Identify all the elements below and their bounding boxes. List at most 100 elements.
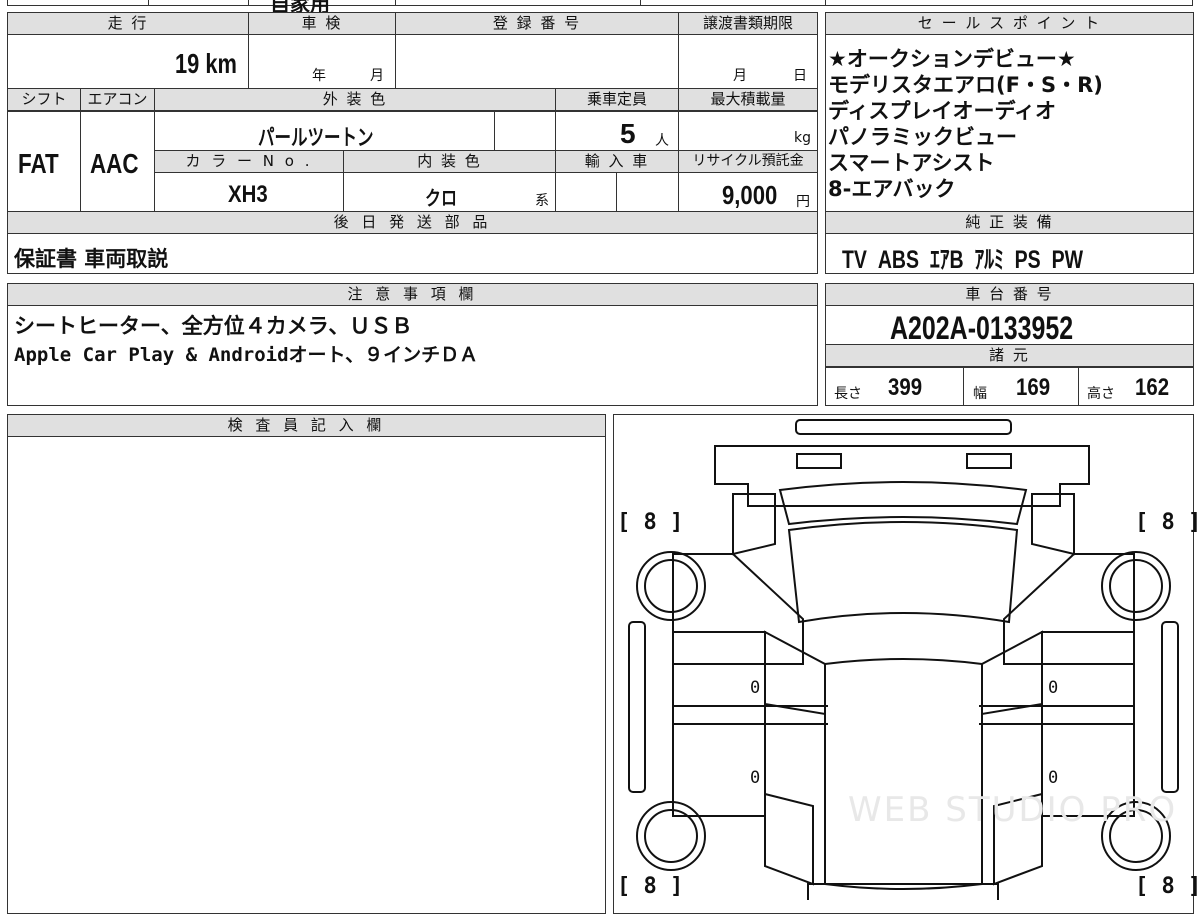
capacity-header: 乗車定員 xyxy=(556,89,678,111)
grid-line xyxy=(963,367,964,406)
notes-lines: シートヒーター、全方位４カメラ、ＵＳＢ Apple Car Play & And… xyxy=(14,312,478,370)
mileage-value: 19 km xyxy=(175,48,237,79)
shift-value: FAT xyxy=(18,148,59,179)
equipment-item: PW xyxy=(1051,246,1083,274)
sales-point-item: スマートアシスト xyxy=(828,151,995,175)
door-mark-rear-right: 0 xyxy=(1048,768,1059,788)
door-mark-rear-left: 0 xyxy=(750,768,761,788)
inspector-header: 検 査 員 記 入 欄 xyxy=(8,415,605,437)
top-strip-divider xyxy=(148,0,149,6)
windshield-top xyxy=(778,481,1028,526)
exterior-color-header: 外 装 色 xyxy=(155,89,555,111)
tire-mark-front-left: [ 8 ] xyxy=(617,510,684,535)
equipment-item: TV xyxy=(842,246,867,274)
later-parts-header: 後 日 発 送 部 品 xyxy=(8,212,817,234)
notes-header: 注 意 事 項 欄 xyxy=(8,284,817,306)
pillar-left xyxy=(764,630,826,716)
grid-line xyxy=(248,12,249,89)
capacity-unit: 人 xyxy=(655,133,669,149)
later-parts-value: 保証書 車両取説 xyxy=(14,247,169,271)
color-no-header: カ ラ ー N o . xyxy=(155,151,343,173)
grid-line xyxy=(1078,367,1079,406)
wheel-front-right-inner xyxy=(1109,559,1163,613)
chassis-value: A202A-0133952 xyxy=(890,310,1074,346)
inspection-header: 車 検 xyxy=(249,13,395,35)
aircon-header: エアコン xyxy=(81,89,154,111)
grid-line xyxy=(395,12,396,89)
transfer-month-label: 月 xyxy=(733,68,747,84)
registration-header: 登 録 番 号 xyxy=(396,13,678,35)
mileage-header: 走 行 xyxy=(8,13,248,35)
top-strip xyxy=(7,0,1193,6)
wheel-front-right xyxy=(1101,551,1171,621)
specs-header: 諸 元 xyxy=(826,345,1193,367)
wheel-front-left xyxy=(636,551,706,621)
wheel-rear-left-inner xyxy=(644,809,698,863)
side-strip-right xyxy=(1161,621,1179,793)
exterior-color-value: パールツートン xyxy=(258,126,374,151)
wheel-rear-left xyxy=(636,801,706,871)
hood-panel xyxy=(1031,493,1075,556)
rear-quarter-left xyxy=(764,792,814,886)
grid-line xyxy=(343,150,344,212)
grid-line xyxy=(494,112,495,151)
equipment-item: ｱﾙﾐ xyxy=(974,246,1004,274)
pillar-right xyxy=(981,630,1043,716)
recycle-header: リサイクル預託金 xyxy=(679,151,817,173)
chassis-header: 車 台 番 号 xyxy=(826,284,1193,306)
wheel-front-left-inner xyxy=(644,559,698,613)
interior-color-header: 内 装 色 xyxy=(344,151,555,173)
tire-mark-rear-left: [ 8 ] xyxy=(617,874,684,899)
aircon-value: AAC xyxy=(90,148,139,179)
vehicle-info-grid xyxy=(7,12,818,274)
recycle-value: 9,000 xyxy=(722,180,778,210)
spec-length-label: 長さ xyxy=(834,386,862,402)
side-strip-left xyxy=(628,621,646,793)
transfer-header: 譲渡書類期限 xyxy=(679,13,817,35)
watermark: WEB STUDIO PRO xyxy=(848,790,1178,830)
sales-point-item: モデリスタエアロ(F・S・R) xyxy=(828,73,1103,97)
hood-panel xyxy=(732,493,776,556)
tire-mark-front-right: [ 8 ] xyxy=(1135,510,1200,535)
imported-header: 輸 入 車 xyxy=(556,151,678,173)
spec-height-value: 162 xyxy=(1135,374,1170,401)
grid-line xyxy=(825,367,1194,368)
color-no-value: XH3 xyxy=(228,181,268,208)
spec-height-label: 高さ xyxy=(1087,386,1115,402)
grid-line xyxy=(80,88,81,212)
equipment-item: ABS xyxy=(877,246,920,274)
top-strip-divider xyxy=(640,0,641,6)
genuine-equipment-list: TV ABS ｴｱB ｱﾙﾐ PS PW xyxy=(842,240,1094,276)
front-light-right xyxy=(966,453,1012,469)
recycle-unit: 円 xyxy=(796,194,810,210)
interior-color-value: クロ xyxy=(425,186,457,210)
transfer-day-label: 日 xyxy=(793,68,807,84)
sales-point-item: パノラミックビュー xyxy=(828,125,1017,149)
roof xyxy=(824,658,983,890)
top-strip-divider xyxy=(825,0,826,6)
sales-point-item: 8-エアバック xyxy=(828,177,956,201)
interior-color-suffix: 系 xyxy=(535,193,549,209)
grid-line xyxy=(616,173,617,212)
top-strip-divider xyxy=(248,0,249,6)
front-bumper xyxy=(795,419,1012,435)
inspector-panel xyxy=(7,414,606,914)
spec-length-value: 399 xyxy=(888,374,923,401)
inspection-year-label: 年 xyxy=(312,68,326,84)
sales-point-item: ★オークションデビュー★ xyxy=(828,47,1076,71)
front-light-left xyxy=(796,453,842,469)
genuine-equipment-header: 純 正 装 備 xyxy=(826,212,1193,234)
capacity-value: 5 xyxy=(620,118,636,149)
note-line: シートヒーター、全方位４カメラ、ＵＳＢ xyxy=(14,314,413,338)
grid-line xyxy=(154,172,818,173)
door-mark-front-right: 0 xyxy=(1048,678,1059,698)
spec-width-value: 169 xyxy=(1016,374,1051,401)
sales-points-header: セ ー ル ス ポ イ ン ト xyxy=(826,13,1193,35)
max-load-unit: kg xyxy=(794,130,811,146)
door-mark-front-left: 0 xyxy=(750,678,761,698)
grid-line xyxy=(678,12,679,89)
max-load-header: 最大積載量 xyxy=(679,89,817,111)
sales-point-item: ディスプレイオーディオ xyxy=(828,99,1057,123)
spec-width-label: 幅 xyxy=(973,386,987,402)
windshield xyxy=(787,521,1019,624)
